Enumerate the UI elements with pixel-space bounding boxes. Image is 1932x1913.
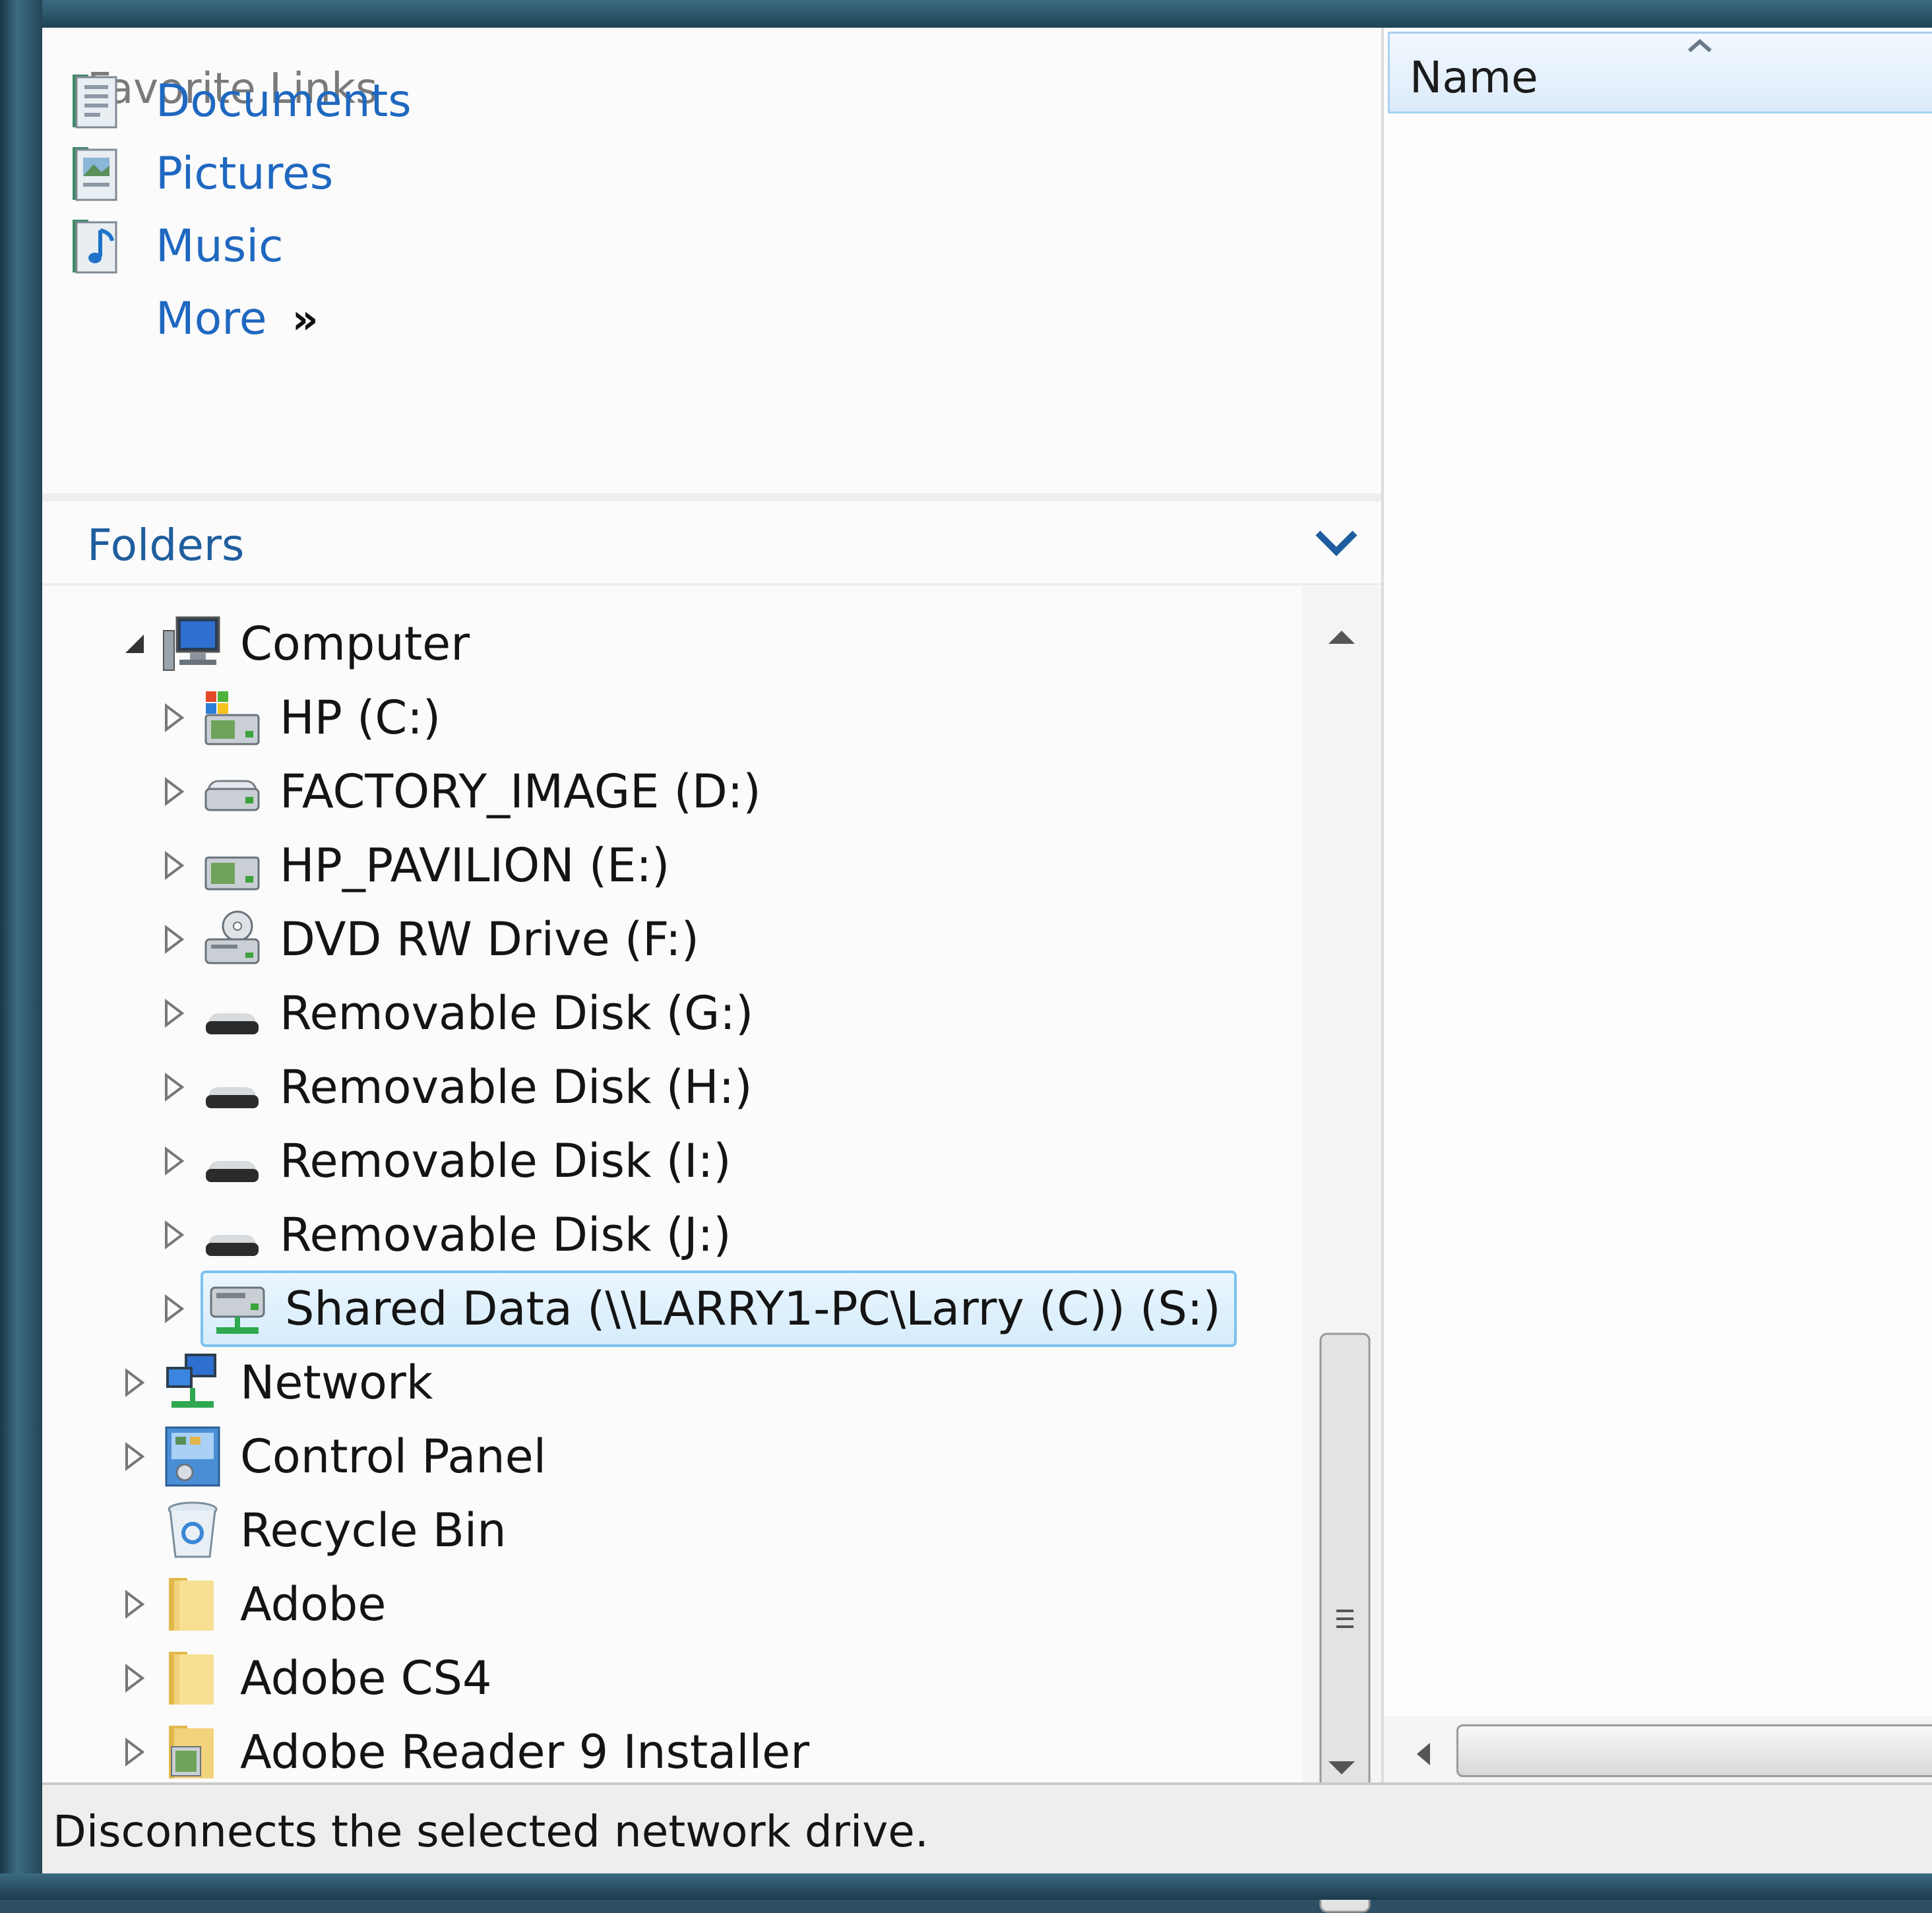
removable-disk-icon	[206, 1235, 259, 1256]
control-panel-icon	[165, 1426, 220, 1487]
favorite-link-label: Pictures	[156, 147, 334, 200]
file-list-pane: Name	[1381, 28, 1932, 1782]
expand-triangle-icon[interactable]	[160, 848, 189, 883]
favorite-link-label: Music	[156, 220, 284, 272]
tree-item-removable-g[interactable]: Removable Disk (G:)	[160, 976, 753, 1050]
pictures-icon	[73, 147, 117, 201]
tree-item-label: HP_PAVILION (E:)	[280, 838, 670, 893]
system-drive-icon	[204, 691, 260, 745]
recycle-bin-icon	[168, 1501, 218, 1558]
tree-item-label: DVD RW Drive (F:)	[280, 912, 699, 966]
expand-triangle-icon[interactable]	[160, 1292, 189, 1326]
tree-item-factory-image-d[interactable]: FACTORY_IMAGE (D:)	[160, 755, 761, 829]
tree-item-label: Removable Disk (H:)	[280, 1060, 753, 1114]
folders-header[interactable]: Folders	[42, 493, 1381, 586]
expand-triangle-icon[interactable]	[160, 1144, 189, 1178]
tree-item-shared-data-s[interactable]: Shared Data (\\LARRY1-PC\Larry (C)) (S:)	[160, 1270, 1237, 1347]
chevron-down-icon[interactable]	[1310, 520, 1363, 566]
tree-item-label: Recycle Bin	[240, 1503, 507, 1557]
favorite-link-music[interactable]: Music	[69, 210, 662, 282]
folders-title: Folders	[87, 520, 245, 571]
removable-disk-icon	[206, 1087, 259, 1108]
status-text: Disconnects the selected network drive.	[53, 1806, 929, 1857]
expand-triangle-icon[interactable]	[120, 1365, 149, 1400]
tree-item-label: Computer	[240, 617, 470, 671]
tree-item-removable-i[interactable]: Removable Disk (I:)	[160, 1124, 732, 1198]
tree-item-label: Removable Disk (J:)	[280, 1208, 732, 1262]
favorite-links-more-button[interactable]: More »	[69, 282, 662, 355]
network-icon	[166, 1354, 216, 1408]
double-chevron-right-icon: »	[292, 294, 319, 343]
tree-item-control-panel[interactable]: Control Panel	[120, 1420, 546, 1493]
status-bar: Disconnects the selected network drive.	[42, 1782, 1932, 1873]
tree-item-label: Adobe CS4	[240, 1651, 492, 1705]
sort-ascending-icon	[1688, 39, 1712, 53]
tree-item-adobe[interactable]: Adobe	[120, 1567, 386, 1641]
tree-item-adobe-reader-9-installer[interactable]: Adobe Reader 9 Installer	[120, 1715, 809, 1782]
window-left-border	[0, 0, 42, 1900]
tree-item-label: HP (C:)	[280, 691, 441, 745]
favorite-link-label: Documents	[156, 75, 412, 127]
scroll-down-arrow-icon[interactable]	[1326, 1759, 1357, 1778]
tree-item-label: Network	[240, 1356, 433, 1410]
tree-item-hp-pavilion-e[interactable]: HP_PAVILION (E:)	[160, 829, 670, 902]
expand-triangle-icon[interactable]	[160, 1070, 189, 1104]
expand-triangle-icon[interactable]	[160, 701, 189, 735]
expand-triangle-icon[interactable]	[120, 1661, 149, 1695]
tree-item-recycle-bin[interactable]: Recycle Bin	[120, 1493, 507, 1567]
tree-item-hp-c[interactable]: HP (C:)	[160, 681, 441, 755]
more-label: More	[156, 292, 267, 345]
expand-triangle-icon[interactable]	[160, 996, 189, 1030]
selection-highlight: Shared Data (\\LARRY1-PC\Larry (C)) (S:)	[201, 1270, 1237, 1347]
scroll-up-arrow-icon[interactable]	[1326, 627, 1357, 646]
hard-drive-icon	[204, 780, 260, 811]
horizontal-scrollbar[interactable]	[1384, 1716, 1932, 1782]
tree-item-removable-h[interactable]: Removable Disk (H:)	[160, 1050, 753, 1124]
expand-triangle-icon[interactable]	[160, 774, 189, 809]
favorite-link-documents[interactable]: Documents	[69, 65, 662, 137]
documents-icon	[73, 75, 117, 129]
removable-disk-icon	[206, 1013, 259, 1034]
music-icon	[73, 220, 117, 274]
window-title-bar[interactable]	[0, 0, 1932, 28]
tree-item-label: Adobe	[240, 1577, 387, 1631]
column-header-label: Name	[1410, 52, 1538, 103]
folder-icon	[169, 1652, 214, 1705]
tree-item-removable-j[interactable]: Removable Disk (J:)	[160, 1198, 732, 1272]
tree-item-label: Removable Disk (I:)	[280, 1134, 732, 1188]
column-header-name[interactable]: Name	[1388, 32, 1932, 113]
tree-item-label: FACTORY_IMAGE (D:)	[280, 765, 761, 819]
explorer-window: Favorite Links Documents Pictures Music …	[42, 28, 1932, 1913]
tree-item-label: Shared Data (\\LARRY1-PC\Larry (C)) (S:)	[285, 1282, 1221, 1336]
expand-triangle-icon[interactable]	[120, 1587, 149, 1621]
scroll-left-arrow-icon[interactable]	[1414, 1740, 1433, 1768]
tree-item-adobe-cs4[interactable]: Adobe CS4	[120, 1641, 492, 1715]
drive-icon	[204, 856, 260, 891]
expand-triangle-icon[interactable]	[160, 922, 189, 956]
folder-icon	[169, 1578, 214, 1631]
expanded-triangle-icon[interactable]	[120, 627, 149, 661]
removable-disk-icon	[206, 1161, 259, 1182]
dvd-drive-icon	[204, 910, 260, 964]
tree-item-label: Control Panel	[240, 1429, 547, 1484]
installer-folder-icon	[169, 1726, 214, 1778]
computer-icon	[163, 616, 220, 671]
horizontal-scroll-thumb[interactable]	[1456, 1724, 1932, 1777]
expand-triangle-icon[interactable]	[120, 1735, 149, 1769]
tree-item-dvd-rw-f[interactable]: DVD RW Drive (F:)	[160, 902, 699, 976]
expand-triangle-icon[interactable]	[120, 1439, 149, 1474]
tree-item-network[interactable]: Network	[120, 1346, 433, 1420]
window-bottom-border	[0, 1873, 1932, 1900]
network-drive-icon	[210, 1286, 265, 1334]
tree-item-label: Removable Disk (G:)	[280, 986, 754, 1040]
tree-item-label: Adobe Reader 9 Installer	[240, 1725, 810, 1779]
favorite-link-pictures[interactable]: Pictures	[69, 137, 662, 210]
folder-tree: Computer HP (C:) FACTORY_IMAGE (D:) HP_P…	[42, 587, 1302, 1782]
expand-triangle-icon[interactable]	[160, 1218, 189, 1252]
tree-item-computer[interactable]: Computer	[120, 607, 470, 681]
folder-tree-scrollbar[interactable]	[1302, 587, 1381, 1913]
